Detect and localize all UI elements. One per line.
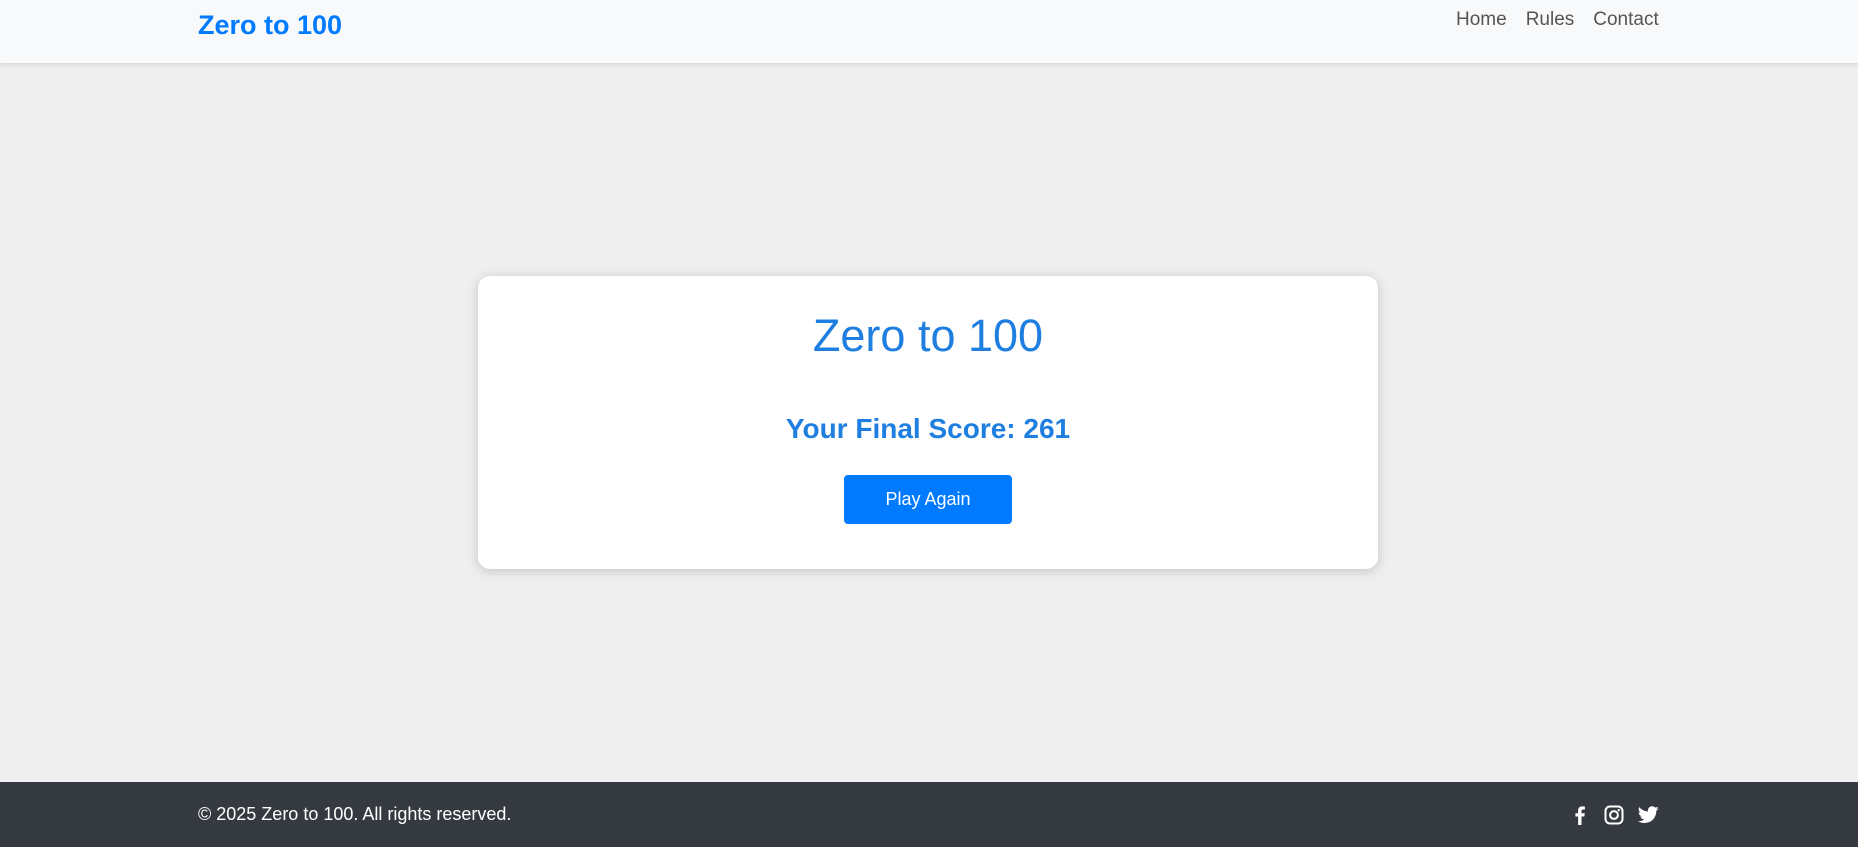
play-again-button[interactable]: Play Again [844, 475, 1012, 524]
nav-link-home[interactable]: Home [1456, 9, 1507, 31]
twitter-icon[interactable] [1636, 804, 1660, 826]
game-over-card: Zero to 100 Your Final Score: 261 Play A… [478, 276, 1378, 569]
copyright-text: © 2025 Zero to 100. All rights reserved. [198, 804, 512, 824]
game-title: Zero to 100 [812, 310, 1044, 361]
final-score: Your Final Score: 261 [785, 413, 1071, 444]
footer: © 2025 Zero to 100. All rights reserved. [0, 782, 1858, 847]
social-links [1568, 804, 1660, 826]
nav-links: Home Rules Contact [1456, 9, 1659, 31]
navbar: Zero to 100 Home Rules Contact [0, 0, 1858, 63]
nav-link-contact[interactable]: Contact [1593, 9, 1658, 31]
brand-logo[interactable]: Zero to 100 [198, 10, 342, 41]
nav-link-rules[interactable]: Rules [1526, 9, 1575, 31]
instagram-icon[interactable] [1602, 804, 1626, 826]
facebook-icon[interactable] [1568, 804, 1592, 826]
